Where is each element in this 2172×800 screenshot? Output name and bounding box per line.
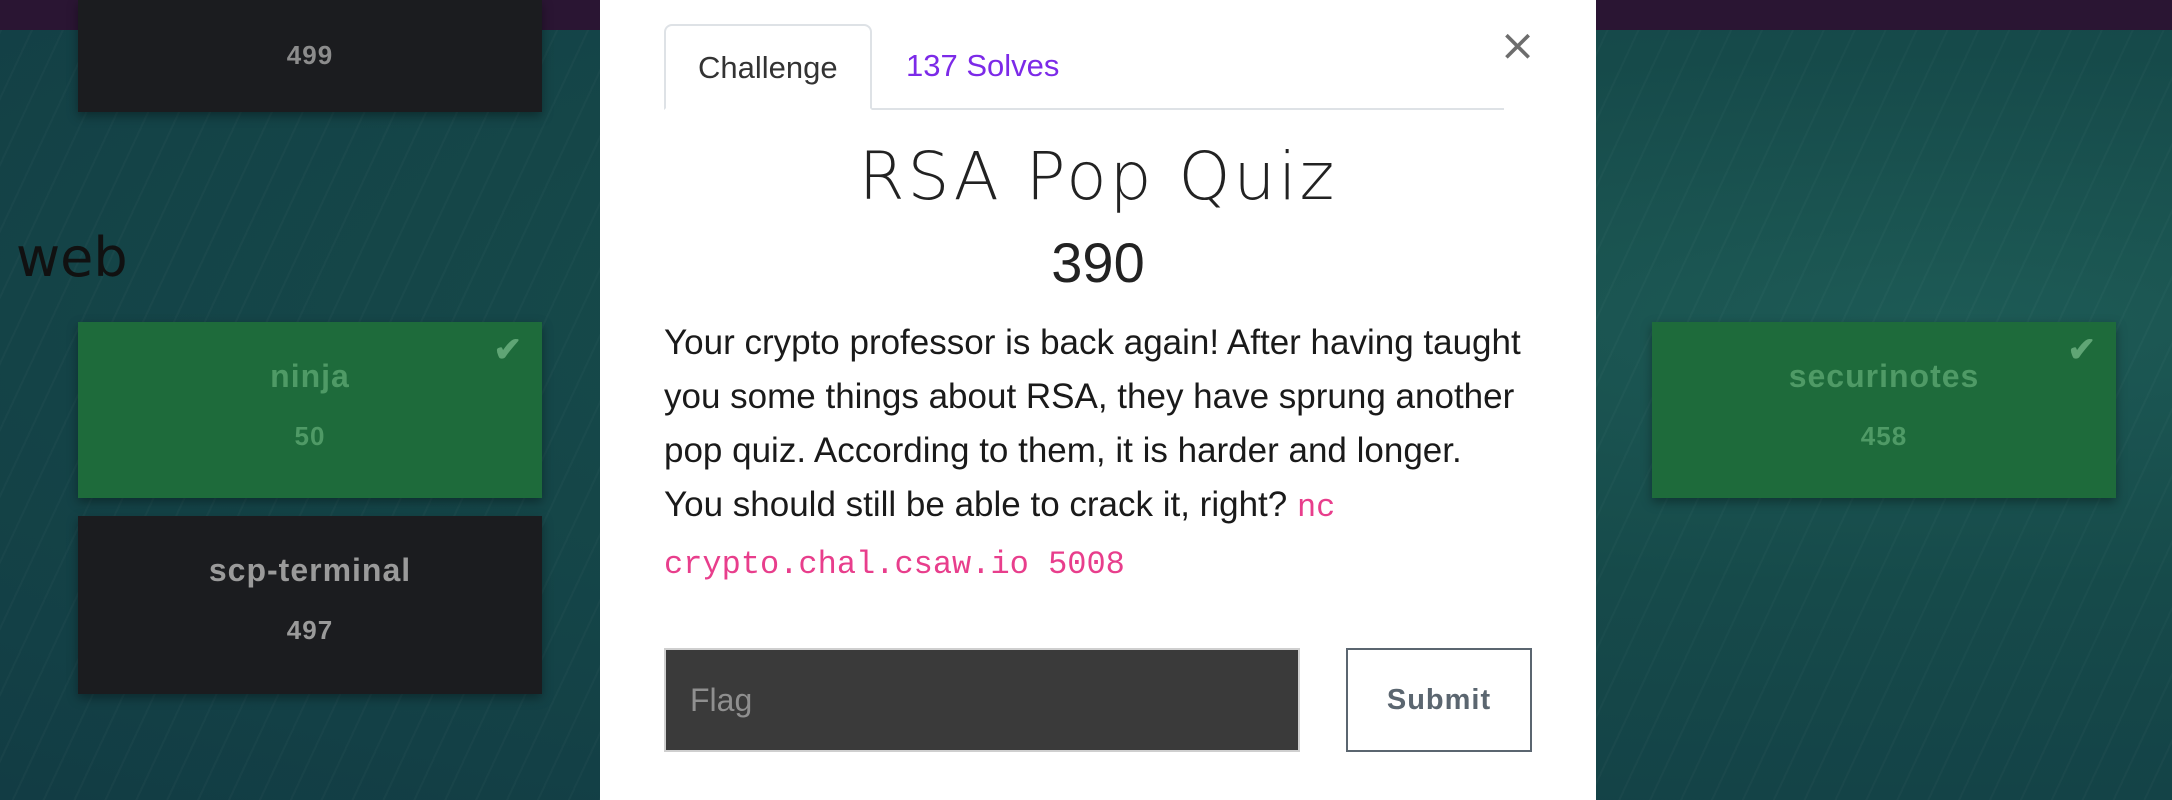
challenge-modal: × Challenge 137 Solves RSA Pop Quiz 390 … [600,0,1596,800]
challenge-description: Your crypto professor is back again! Aft… [664,316,1524,592]
card-points: 458 [1860,421,1908,451]
challenge-value: 390 [1051,231,1145,294]
tab-challenge[interactable]: Challenge [664,24,872,110]
challenge-card-top[interactable]: 499 [78,0,542,112]
description-text: Your crypto professor is back again! Aft… [664,323,1521,524]
modal-tabs: Challenge 137 Solves [664,24,1504,110]
challenge-title: RSA Pop Quiz [858,138,1338,215]
challenge-card-scp-terminal[interactable]: scp-terminal 497 [78,516,542,694]
submit-button[interactable]: Submit [1346,648,1532,752]
card-name: securinotes [1788,358,1980,394]
close-icon[interactable]: × [1499,24,1536,68]
check-icon: ✔ [2067,331,2097,369]
card-points: 497 [286,615,334,645]
category-title: web [16,226,128,289]
check-icon: ✔ [493,331,523,369]
tab-solves[interactable]: 137 Solves [874,24,1091,108]
card-name: scp-terminal [208,552,412,588]
card-name: ninja [270,358,350,394]
challenge-card-securinotes[interactable]: ✔ securinotes 458 [1652,322,2116,498]
card-points: 499 [286,40,334,70]
flag-input[interactable] [664,648,1300,752]
challenge-card-ninja[interactable]: ✔ ninja 50 [78,322,542,498]
card-points: 50 [294,421,326,451]
